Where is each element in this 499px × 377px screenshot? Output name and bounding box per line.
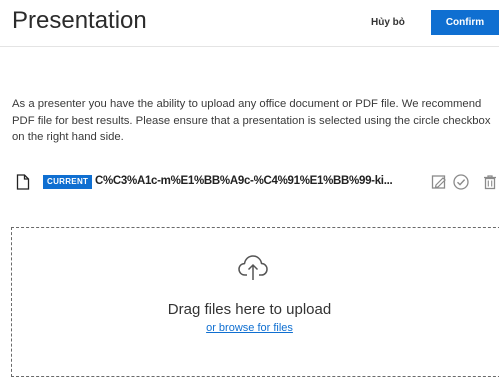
document-icon xyxy=(16,174,30,190)
cloud-upload-icon xyxy=(238,255,268,280)
edit-icon[interactable] xyxy=(430,173,448,191)
description-text: As a presenter you have the ability to u… xyxy=(12,98,491,143)
check-circle-icon[interactable] xyxy=(452,173,470,191)
current-badge: CURRENT xyxy=(43,175,93,189)
cancel-button[interactable]: Hủy bỏ xyxy=(371,17,405,28)
page-title: Presentation xyxy=(12,7,147,34)
header: Presentation Hủy bỏ Confirm xyxy=(0,0,499,47)
drag-files-text: Drag files here to upload xyxy=(167,301,332,318)
trash-icon[interactable] xyxy=(481,173,499,191)
browse-files-link[interactable]: or browse for files xyxy=(206,322,293,334)
confirm-button[interactable]: Confirm xyxy=(431,10,499,35)
browse-container: or browse for files xyxy=(0,322,499,334)
file-name: C%C3%A1c-m%E1%BB%A9c-%C4%91%E1%BB%99-ki.… xyxy=(95,175,393,187)
file-row: CURRENT C%C3%A1c-m%E1%BB%A9c-%C4%91%E1%B… xyxy=(0,170,499,194)
